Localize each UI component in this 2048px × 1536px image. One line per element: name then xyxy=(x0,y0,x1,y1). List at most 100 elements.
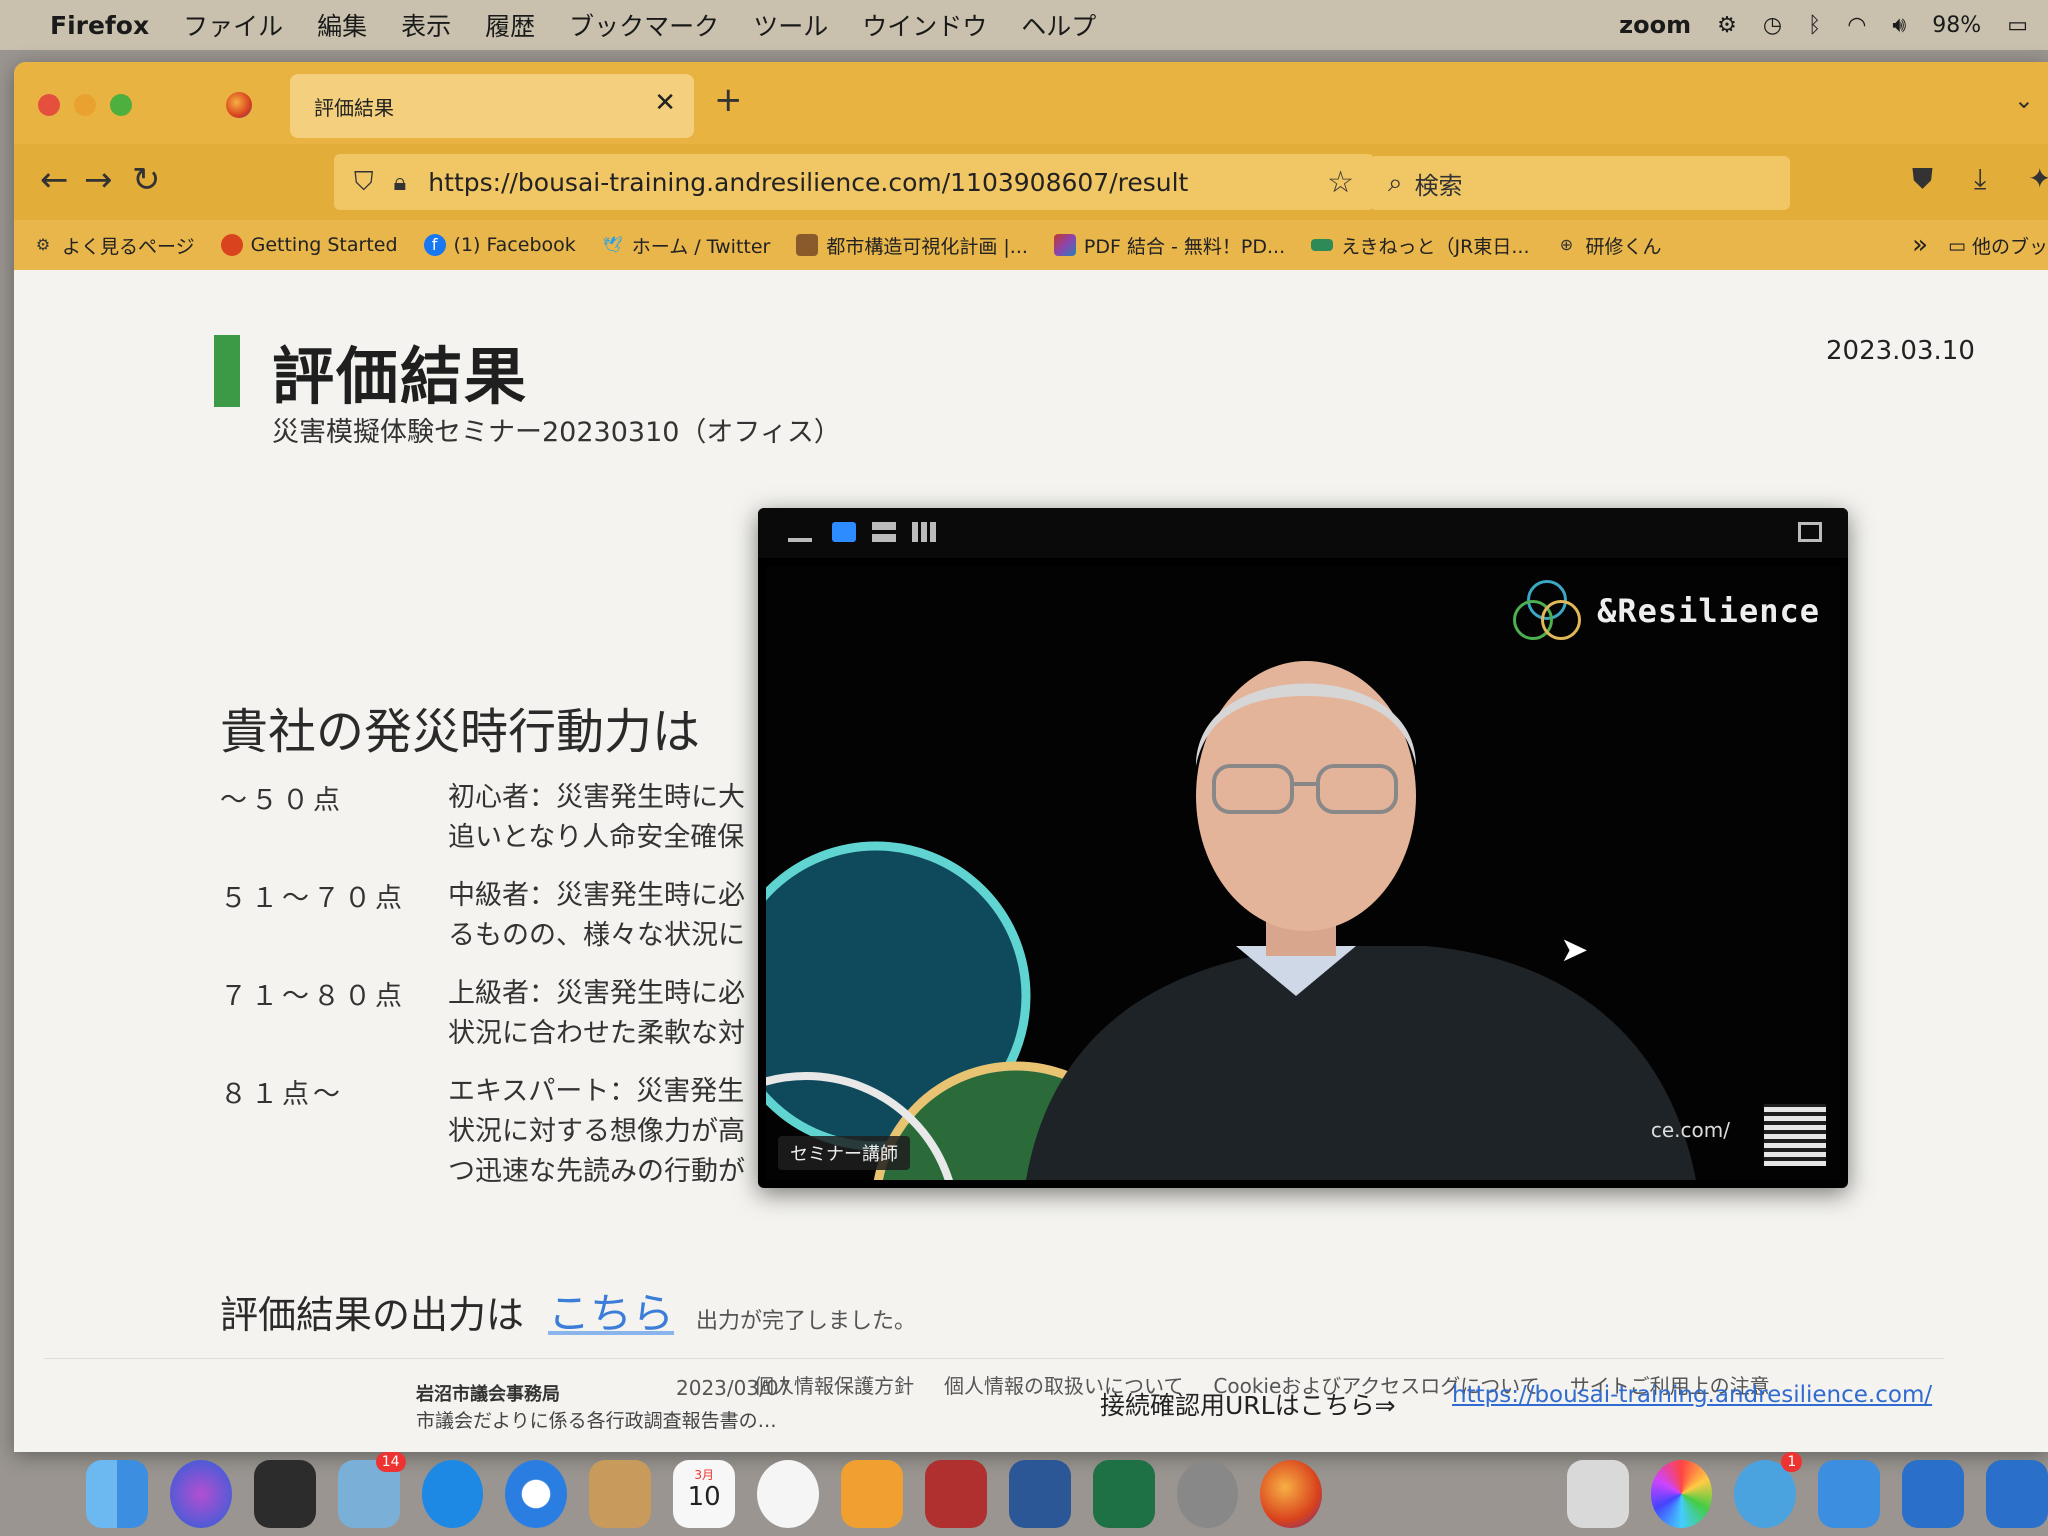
menu-bookmarks[interactable]: ブックマーク xyxy=(569,7,719,43)
calendar-icon[interactable]: 3月 10 xyxy=(673,1460,736,1528)
excel-icon[interactable] xyxy=(1092,1460,1155,1528)
navigation-toolbar: ← → ↻ ⛉ 🔒︎ https://bousai-training.andre… xyxy=(14,144,2048,220)
photo-booth-icon[interactable] xyxy=(924,1460,987,1528)
forward-button[interactable]: → xyxy=(84,160,113,200)
bookmark-getting-started[interactable]: Getting Started xyxy=(220,234,398,256)
volume-icon[interactable]: 🔊︎ xyxy=(1892,13,1906,38)
mouse-cursor-icon: ➤ xyxy=(1560,930,1589,970)
screen-sharing-icon[interactable] xyxy=(1818,1460,1881,1528)
siri-icon[interactable] xyxy=(169,1460,232,1528)
other-bookmarks-folder[interactable]: ▭ 他のブッ xyxy=(1948,232,2048,259)
page-title: 評価結果 xyxy=(272,340,529,413)
photos-icon[interactable] xyxy=(1650,1460,1713,1528)
notes-icon[interactable] xyxy=(589,1460,652,1528)
url-bar[interactable]: ⛉ 🔒︎ https://bousai-training.andresilien… xyxy=(334,154,1374,210)
menu-window[interactable]: ウインドウ xyxy=(862,7,987,43)
firefox-view-icon[interactable] xyxy=(226,92,252,118)
zoom-exit-float-icon[interactable] xyxy=(1798,522,1822,542)
books-icon[interactable] xyxy=(841,1460,903,1528)
mail-icon[interactable]: 14 xyxy=(337,1452,406,1528)
bookmark-pdf-merge[interactable]: PDF 結合 - 無料！PD... xyxy=(1053,232,1285,259)
safari-icon[interactable] xyxy=(505,1460,568,1528)
bookmark-twitter[interactable]: 🕊︎ ホーム / Twitter xyxy=(602,232,771,259)
twitter-icon: 🕊︎ xyxy=(602,235,623,254)
bookmark-label: Getting Started xyxy=(250,234,398,256)
bookmark-label: 研修くん xyxy=(1585,235,1662,258)
time-machine-icon[interactable]: ◷ xyxy=(1763,13,1782,38)
pocket-icon[interactable]: ⛊ xyxy=(1912,162,1933,196)
lock-icon[interactable]: 🔒︎ xyxy=(394,168,407,196)
user-add-icon[interactable] xyxy=(1986,1460,2048,1528)
mail-subject[interactable]: 市議会だよりに係る各行政調査報告書の… xyxy=(416,1406,777,1433)
zoom-stack-view-icon[interactable] xyxy=(872,522,896,542)
reload-button[interactable]: ↻ xyxy=(132,160,161,200)
score-desc-line: 中級者：災害発生時に必 xyxy=(448,880,745,911)
andresilience-logo: &Resilience xyxy=(1513,580,1820,642)
mail-sender[interactable]: 岩沼市議会事務局 xyxy=(416,1380,560,1406)
search-input[interactable]: ⌕ 検索 xyxy=(1370,156,1790,210)
bookmark-urban-structure[interactable]: 都市構造可視化計画 |... xyxy=(796,232,1028,259)
bookmark-label: ホーム / Twitter xyxy=(631,235,771,258)
score-description: 初心者：災害発生時に大 追いとなり人命安全確保 xyxy=(448,778,788,858)
bluetooth-icon[interactable]: ᛒ xyxy=(1808,13,1821,38)
menu-app-firefox[interactable]: Firefox xyxy=(50,11,149,40)
search-placeholder: 検索 xyxy=(1414,171,1463,200)
music-icon[interactable] xyxy=(757,1460,820,1528)
zoom-speaker-view-icon[interactable] xyxy=(832,522,856,542)
firefox-dock-icon[interactable] xyxy=(1260,1460,1323,1528)
score-desc-line: るものの、様々な状況に xyxy=(448,920,745,951)
url-text[interactable]: https://bousai-training.andresilience.co… xyxy=(428,168,1188,197)
bookmark-most-visited[interactable]: ⚙ よく見るページ xyxy=(32,232,195,259)
word-icon[interactable] xyxy=(1008,1460,1071,1528)
menu-edit[interactable]: 編集 xyxy=(317,7,367,43)
system-settings-icon[interactable] xyxy=(1176,1460,1239,1528)
bookmark-label: 都市構造可視化計画 |... xyxy=(826,235,1028,258)
connection-check-link[interactable]: https://bousai-training.andresilience.co… xyxy=(1452,1382,1932,1408)
bookmark-kenshu-kun[interactable]: ⊕ 研修くん xyxy=(1555,232,1662,259)
menu-view[interactable]: 表示 xyxy=(401,7,451,43)
contacts-add-icon[interactable] xyxy=(1902,1460,1965,1528)
window-close-button[interactable] xyxy=(38,94,60,116)
app-store-icon[interactable] xyxy=(421,1460,484,1528)
gear-icon: ⚙ xyxy=(35,235,51,254)
control-center-icon[interactable]: ⚙ xyxy=(1717,13,1737,38)
tab-close-icon[interactable]: ✕ xyxy=(654,88,676,118)
mission-control-icon[interactable] xyxy=(253,1460,316,1528)
tab-result[interactable]: 評価結果 ✕ xyxy=(290,74,694,138)
finder-icon[interactable] xyxy=(86,1460,148,1528)
score-desc-line: 追いとなり人命安全確保 xyxy=(448,822,745,853)
back-button[interactable]: ← xyxy=(40,160,69,200)
globe-icon: ⊕ xyxy=(1559,235,1574,254)
battery-percent[interactable]: 98% xyxy=(1932,13,1981,38)
tracking-shield-icon[interactable]: ⛉ xyxy=(354,167,374,198)
zoom-video-feed: &Resilience ce.com/ セミナー講師 xyxy=(766,566,1840,1180)
downloads-icon[interactable]: ⤓ xyxy=(1974,162,1986,196)
brand-circle-gold xyxy=(1541,600,1582,640)
menu-history[interactable]: 履歴 xyxy=(485,7,535,43)
menu-tools[interactable]: ツール xyxy=(753,7,828,43)
bookmarks-overflow-icon[interactable]: » xyxy=(1912,230,1928,260)
title-accent-bar xyxy=(214,335,240,407)
window-minimize-button[interactable] xyxy=(74,94,96,116)
menu-help[interactable]: ヘルプ xyxy=(1021,7,1096,43)
messages-icon[interactable]: 1 xyxy=(1734,1452,1803,1528)
tab-list-chevron-icon[interactable]: ⌄ xyxy=(2014,86,2034,114)
window-maximize-button[interactable] xyxy=(110,94,132,116)
wifi-icon[interactable]: ◠ xyxy=(1847,13,1866,38)
output-section: 評価結果の出力は こちら 出力が完了しました。 xyxy=(220,1280,916,1341)
output-link[interactable]: こちら xyxy=(548,1280,674,1341)
zoom-status-item[interactable]: zoom xyxy=(1619,11,1691,39)
maps-icon[interactable] xyxy=(1566,1460,1629,1528)
zoom-minimize-icon[interactable] xyxy=(788,538,812,542)
zoom-video-window[interactable]: &Resilience ce.com/ セミナー講師 xyxy=(758,508,1848,1188)
output-status: 出力が完了しました。 xyxy=(696,1309,917,1334)
menu-file[interactable]: ファイル xyxy=(183,7,283,43)
battery-icon[interactable]: ▭ xyxy=(2007,13,2028,38)
extensions-icon[interactable]: ✦ xyxy=(2028,162,2048,195)
zoom-gallery-view-icon[interactable] xyxy=(912,522,936,542)
new-tab-button[interactable]: + xyxy=(714,80,743,120)
bookmark-ekinet[interactable]: えきねっと（JR東日... xyxy=(1311,232,1529,259)
bookmark-star-icon[interactable]: ☆ xyxy=(1327,165,1354,200)
score-desc-line: 上級者：災害発生時に必 xyxy=(448,978,745,1009)
bookmark-facebook[interactable]: f (1) Facebook xyxy=(423,234,576,256)
